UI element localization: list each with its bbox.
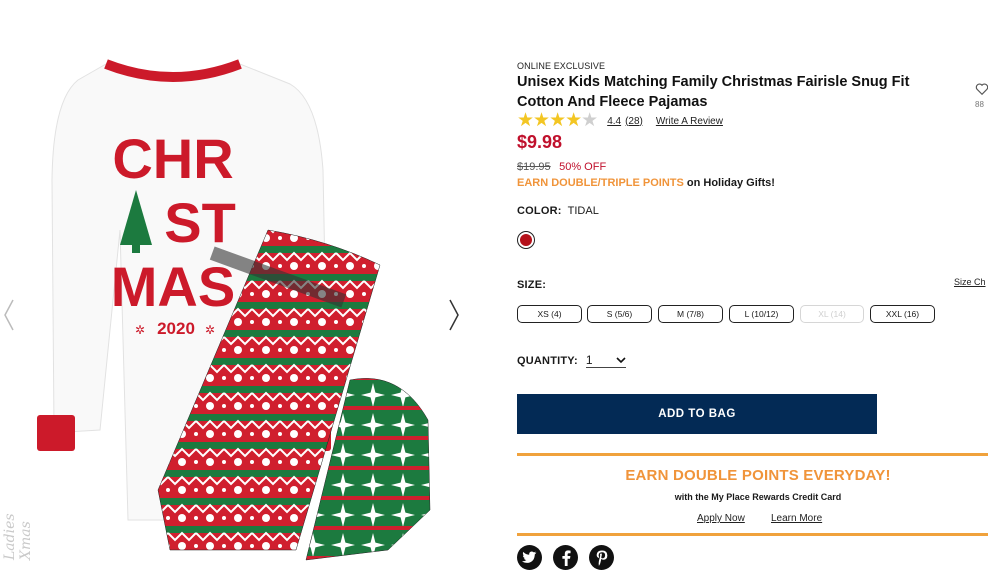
rating-value: 4.4 <box>607 115 622 127</box>
points-promo: EARN DOUBLE/TRIPLE POINTS on Holiday Gif… <box>517 177 775 189</box>
shirt-year: 2020 <box>157 319 195 338</box>
chevron-right-icon <box>449 299 459 331</box>
color-swatch-tidal[interactable] <box>517 231 535 249</box>
apply-now-link[interactable]: Apply Now <box>697 513 745 524</box>
size-label: SIZE: <box>517 279 547 291</box>
write-review-link[interactable]: Write A Review <box>656 116 723 127</box>
add-to-bag-button[interactable]: ADD TO BAG <box>517 394 877 434</box>
gallery-prev-button[interactable] <box>3 298 15 337</box>
heart-icon <box>975 83 988 96</box>
rewards-subtitle: with the My Place Rewards Credit Card <box>674 492 842 502</box>
color-value: TIDAL <box>567 205 599 217</box>
quantity-select[interactable]: 1 <box>585 353 626 368</box>
color-label: COLOR: <box>517 205 562 217</box>
product-title: Unisex Kids Matching Family Christmas Fa… <box>517 74 910 110</box>
chevron-down-icon <box>616 357 626 364</box>
rating-row: ★★★★★ 4.4 (28) Write A Review <box>517 110 723 131</box>
price-details: $19.95 50% OFF <box>517 157 606 175</box>
chevron-left-icon <box>4 299 14 331</box>
quantity-row: QUANTITY: 1 <box>517 353 626 368</box>
wishlist-button[interactable]: 88 <box>975 82 988 109</box>
learn-more-link[interactable]: Learn More <box>771 513 822 524</box>
size-option-xs[interactable]: XS (4) <box>517 305 582 323</box>
review-count[interactable]: (28) <box>625 116 643 127</box>
original-price: $19.95 <box>517 161 551 173</box>
discount-label: 50% OFF <box>559 161 607 173</box>
wishlist-count: 88 <box>975 100 984 109</box>
quantity-value: 1 <box>585 353 593 367</box>
quantity-label: QUANTITY: <box>517 354 578 367</box>
gallery-next-button[interactable] <box>448 298 460 337</box>
size-option-xxl[interactable]: XXL (16) <box>870 305 935 323</box>
watermark: Ladies Xmas <box>2 513 34 560</box>
svg-text:✲: ✲ <box>205 323 215 337</box>
facebook-share-button[interactable] <box>553 545 578 570</box>
sale-price: $9.98 <box>517 132 563 152</box>
shirt-text-3: MAS <box>111 255 235 318</box>
shirt-text-1: CHR <box>112 127 233 190</box>
size-option-s[interactable]: S (5/6) <box>587 305 652 323</box>
size-option-m[interactable]: M (7/8) <box>658 305 723 323</box>
pinterest-share-button[interactable] <box>589 545 614 570</box>
svg-text:✲: ✲ <box>135 323 145 337</box>
product-image: CHR ST MAS 2020 ✲ ✲ <box>28 50 448 569</box>
promo-highlight: EARN DOUBLE/TRIPLE POINTS <box>517 177 684 189</box>
rating-stars: ★★★★★ <box>517 110 598 131</box>
size-chart-link[interactable]: Size Ch <box>954 277 986 287</box>
shirt-text-2: ST <box>164 191 236 254</box>
twitter-share-button[interactable] <box>517 545 542 570</box>
twitter-icon <box>522 551 537 563</box>
rewards-divider-bottom <box>517 533 988 536</box>
social-share <box>517 545 614 570</box>
rewards-title: EARN DOUBLE POINTS EVERYDAY! <box>625 467 891 484</box>
size-option-xl: XL (14) <box>800 305 864 323</box>
pinterest-icon <box>596 549 607 566</box>
size-option-l[interactable]: L (10/12) <box>729 305 794 323</box>
promo-text: on Holiday Gifts! <box>683 177 775 189</box>
facebook-icon <box>561 549 571 566</box>
color-row: COLOR: TIDAL <box>517 205 599 217</box>
rewards-divider-top <box>517 453 988 456</box>
online-exclusive-label: ONLINE EXCLUSIVE <box>517 61 606 71</box>
